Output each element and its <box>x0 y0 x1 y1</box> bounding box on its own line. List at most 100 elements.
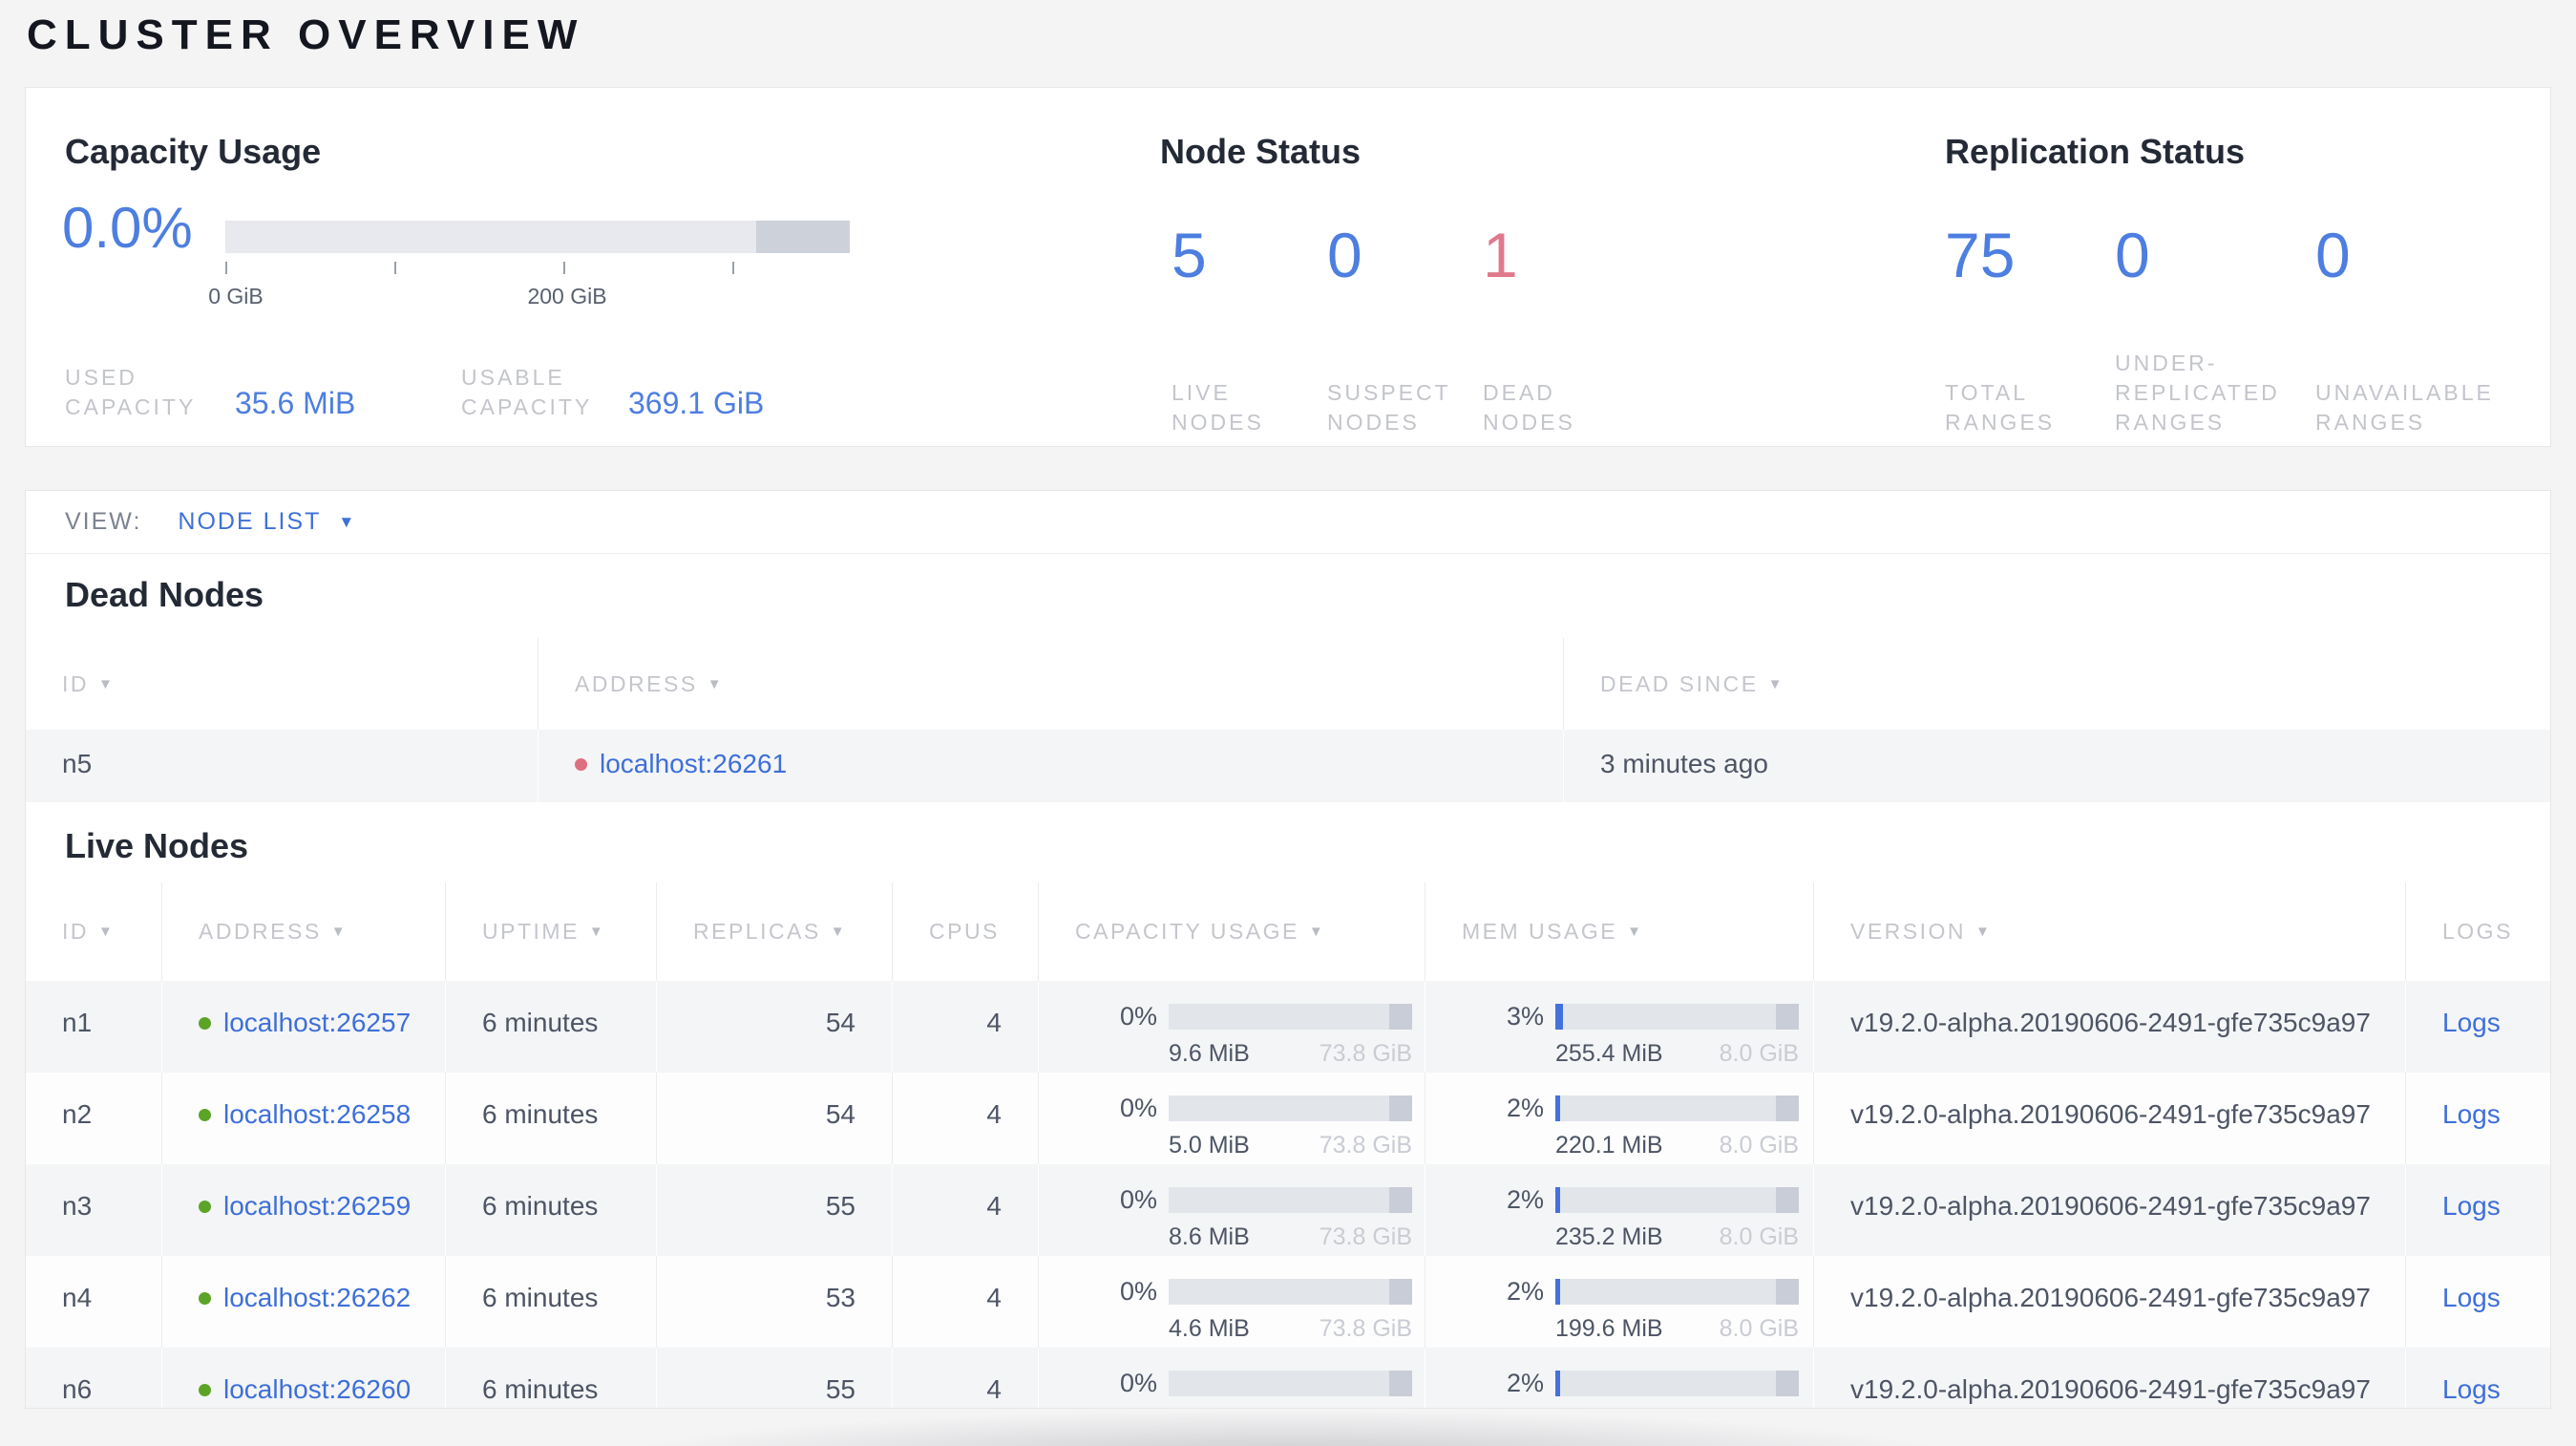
logs-link[interactable]: Logs <box>2442 1008 2501 1037</box>
used-capacity-label: USED CAPACITY <box>65 365 197 419</box>
live-nodes-stat: 5 LIVE NODES <box>1172 222 1296 437</box>
view-selector-dropdown[interactable]: NODE LIST ▼ <box>178 508 354 536</box>
cell-node-id: n5 <box>26 730 538 802</box>
mem-percent-label: 2% <box>1506 1094 1544 1122</box>
node-address-link[interactable]: localhost:26260 <box>223 1374 411 1405</box>
column-header-address[interactable]: ADDRESS ▼ <box>538 638 1564 730</box>
cell-replicas: 54 <box>657 1073 893 1164</box>
meter-fill <box>1555 1371 1561 1396</box>
capacity-usage-title: Capacity Usage <box>65 132 322 171</box>
table-row: n6 localhost:26260 6 minutes 55 4 0% 2% … <box>26 1348 2550 1408</box>
node-address-link[interactable]: localhost:26257 <box>223 1008 411 1038</box>
node-live-dot-icon <box>199 1108 211 1121</box>
dead-nodes-value: 1 <box>1483 220 1518 290</box>
capacity-meter-bar <box>1169 1095 1412 1121</box>
cell-version: v19.2.0-alpha.20190606-2491-gfe735c9a97 <box>1814 1348 2406 1408</box>
capacity-total-value: 73.8 GiB <box>1319 1040 1412 1067</box>
node-address-link[interactable]: localhost:26259 <box>223 1191 411 1222</box>
cell-version: v19.2.0-alpha.20190606-2491-gfe735c9a97 <box>1814 981 2406 1073</box>
logs-link[interactable]: Logs <box>2442 1099 2501 1129</box>
capacity-percent-label: 0% <box>1119 1369 1157 1397</box>
sort-desc-icon: ▼ <box>1627 924 1644 940</box>
node-live-dot-icon <box>199 1383 211 1396</box>
cell-version: v19.2.0-alpha.20190606-2491-gfe735c9a97 <box>1814 1073 2406 1164</box>
page-title: CLUSTER OVERVIEW <box>27 11 585 58</box>
column-header-id[interactable]: ID ▼ <box>26 882 162 981</box>
dead-nodes-table: ID ▼ ADDRESS ▼ DEAD SINCE ▼ n5 localhost… <box>26 638 2550 802</box>
unavailable-ranges-value: 0 <box>2315 220 2351 290</box>
capacity-percent-label: 0% <box>1119 1185 1157 1214</box>
cell-address: localhost:26260 <box>162 1348 446 1408</box>
logs-link[interactable]: Logs <box>2442 1191 2501 1221</box>
column-header-replicas[interactable]: REPLICAS ▼ <box>657 882 893 981</box>
column-header-id[interactable]: ID ▼ <box>26 638 538 730</box>
capacity-total-value: 73.8 GiB <box>1319 1315 1412 1342</box>
node-status-stats: 5 LIVE NODES 0 SUSPECT NODES 1 DEAD NODE… <box>1172 222 1638 437</box>
meter-fill <box>1555 1279 1561 1305</box>
cell-address: localhost:26257 <box>162 981 446 1073</box>
capacity-meter-bar <box>1169 1187 1412 1213</box>
replication-status-stats: 75 TOTAL RANGES 0 UNDER-REPLICATED RANGE… <box>1945 222 2521 437</box>
meter-fill <box>1555 1095 1561 1121</box>
node-live-dot-icon <box>199 1291 211 1305</box>
capacity-used-value: 9.6 MiB <box>1169 1040 1250 1067</box>
column-header-label: DEAD SINCE <box>1600 670 1759 696</box>
cell-address: localhost:26261 <box>538 730 1564 802</box>
usable-capacity-label: USABLE CAPACITY <box>461 365 593 419</box>
column-header-capacity-usage[interactable]: CAPACITY USAGE ▼ <box>1039 882 1425 981</box>
used-capacity-detail: USED CAPACITY 35.6 MiB <box>65 363 355 422</box>
column-header-address[interactable]: ADDRESS ▼ <box>162 882 446 981</box>
cell-uptime: 6 minutes <box>446 1348 657 1408</box>
column-header-version[interactable]: VERSION ▼ <box>1814 882 2406 981</box>
under-replicated-ranges-label: UNDER-REPLICATED RANGES <box>2115 351 2280 435</box>
capacity-meter-bar <box>1169 1279 1412 1305</box>
meter-reserved-segment <box>1776 1187 1799 1213</box>
column-header-label: MEM USAGE <box>1462 919 1618 944</box>
capacity-percent-label: 0% <box>1119 1002 1157 1031</box>
capacity-bar-reserved-segment <box>756 221 850 253</box>
suspect-nodes-label: SUSPECT NODES <box>1327 380 1451 435</box>
sort-desc-icon: ▼ <box>588 924 606 940</box>
cell-node-id: n3 <box>26 1164 162 1256</box>
mem-meter-bar <box>1555 1279 1799 1305</box>
column-header-dead-since[interactable]: DEAD SINCE ▼ <box>1564 638 2550 730</box>
total-ranges-label: TOTAL RANGES <box>1945 380 2056 435</box>
cell-capacity-usage: 0% 5.0 MiB 73.8 GiB <box>1039 1073 1425 1164</box>
view-bar: VIEW: NODE LIST ▼ <box>26 491 2550 554</box>
node-address-link[interactable]: localhost:26258 <box>223 1099 411 1130</box>
cell-node-id: n6 <box>26 1348 162 1408</box>
live-nodes-label: LIVE NODES <box>1172 380 1264 435</box>
node-list-card: VIEW: NODE LIST ▼ Dead Nodes ID ▼ ADDRES… <box>25 490 2551 1409</box>
column-header-logs[interactable]: LOGS <box>2406 882 2550 981</box>
node-status-title: Node Status <box>1160 132 1362 171</box>
column-header-cpus[interactable]: CPUS <box>893 882 1039 981</box>
meter-reserved-segment <box>1389 1371 1412 1396</box>
usable-capacity-value: 369.1 GiB <box>628 386 765 420</box>
cell-uptime: 6 minutes <box>446 1164 657 1256</box>
node-address-link[interactable]: localhost:26261 <box>600 749 787 779</box>
dead-nodes-heading: Dead Nodes <box>65 575 264 614</box>
column-header-mem-usage[interactable]: MEM USAGE ▼ <box>1425 882 1814 981</box>
cell-address: localhost:26259 <box>162 1164 446 1256</box>
axis-tick <box>563 262 565 274</box>
cell-cpus: 4 <box>893 981 1039 1073</box>
live-nodes-heading: Live Nodes <box>65 826 249 865</box>
node-address-link[interactable]: localhost:26262 <box>223 1283 411 1313</box>
logs-link[interactable]: Logs <box>2442 1374 2501 1404</box>
column-header-label: CPUS <box>929 919 1000 944</box>
cell-replicas: 55 <box>657 1164 893 1256</box>
cell-node-id: n1 <box>26 981 162 1073</box>
column-header-uptime[interactable]: UPTIME ▼ <box>446 882 657 981</box>
cell-logs: Logs <box>2406 1256 2550 1348</box>
column-header-label: ADDRESS <box>199 919 322 944</box>
meter-reserved-segment <box>1389 1004 1412 1030</box>
mem-used-value: 255.4 MiB <box>1555 1040 1663 1067</box>
sort-desc-icon: ▼ <box>707 675 725 692</box>
table-row: n3 localhost:26259 6 minutes 55 4 0% 8.6… <box>26 1164 2550 1256</box>
table-row: n2 localhost:26258 6 minutes 54 4 0% 5.0… <box>26 1073 2550 1164</box>
suspect-nodes-value: 0 <box>1327 220 1362 290</box>
logs-link[interactable]: Logs <box>2442 1283 2501 1312</box>
live-nodes-header-row: ID ▼ ADDRESS ▼ UPTIME ▼ REPLICAS ▼ CPUS <box>26 882 2550 981</box>
mem-total-value: 8.0 GiB <box>1719 1315 1799 1342</box>
node-live-dot-icon <box>199 1200 211 1213</box>
